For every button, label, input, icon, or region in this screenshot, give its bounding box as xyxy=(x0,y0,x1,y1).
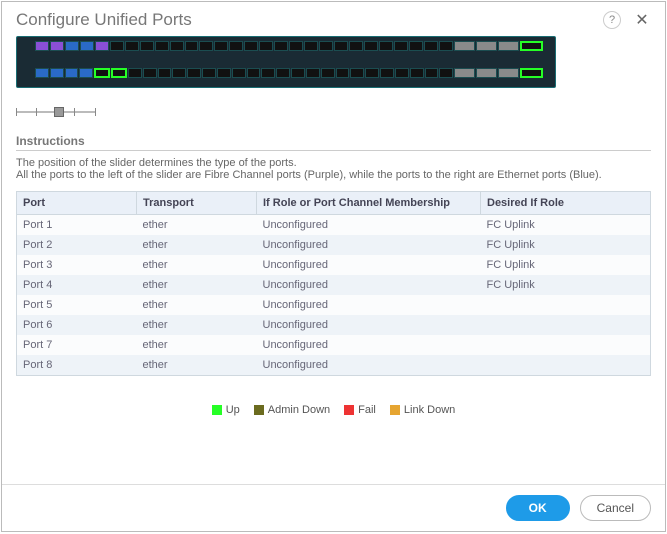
legend-admin-down: Admin Down xyxy=(254,404,330,416)
cancel-button[interactable]: Cancel xyxy=(580,495,651,521)
cell-desired: FC Uplink xyxy=(481,215,651,236)
fail-icon xyxy=(344,405,354,415)
help-button[interactable]: ? xyxy=(603,11,621,29)
switch-ports-row-top xyxy=(35,41,543,51)
cell-role: Unconfigured xyxy=(257,335,481,355)
cell-port: Port 8 xyxy=(17,355,137,376)
cell-port: Port 6 xyxy=(17,315,137,335)
cell-port: Port 4 xyxy=(17,275,137,295)
instructions-line2: All the ports to the left of the slider … xyxy=(16,169,651,181)
cell-role: Unconfigured xyxy=(257,295,481,315)
dialog-footer: OK Cancel xyxy=(2,484,665,531)
table-row[interactable]: Port 1etherUnconfiguredFC Uplink xyxy=(17,215,651,236)
ports-table: Port Transport If Role or Port Channel M… xyxy=(16,191,651,376)
cell-transport: ether xyxy=(137,295,257,315)
cell-transport: ether xyxy=(137,355,257,376)
configure-unified-ports-dialog: Configure Unified Ports ? ✕ xyxy=(1,1,666,532)
admin-down-icon xyxy=(254,405,264,415)
cell-transport: ether xyxy=(137,315,257,335)
instructions-heading: Instructions xyxy=(16,130,651,151)
cell-transport: ether xyxy=(137,275,257,295)
cell-role: Unconfigured xyxy=(257,315,481,335)
up-icon xyxy=(212,405,222,415)
cell-desired xyxy=(481,315,651,335)
cell-desired: FC Uplink xyxy=(481,275,651,295)
instructions-text: The position of the slider determines th… xyxy=(16,151,651,191)
table-header-row: Port Transport If Role or Port Channel M… xyxy=(17,192,651,215)
cell-port: Port 5 xyxy=(17,295,137,315)
switch-graphic xyxy=(16,36,556,88)
dialog-header: Configure Unified Ports ? ✕ xyxy=(2,2,665,36)
cell-transport: ether xyxy=(137,335,257,355)
cell-desired xyxy=(481,355,651,376)
cell-desired xyxy=(481,295,651,315)
help-icon: ? xyxy=(609,14,615,26)
dialog-title: Configure Unified Ports xyxy=(16,10,603,30)
cell-role: Unconfigured xyxy=(257,215,481,236)
col-port[interactable]: Port xyxy=(17,192,137,215)
table-row[interactable]: Port 8etherUnconfigured xyxy=(17,355,651,376)
cell-desired: FC Uplink xyxy=(481,255,651,275)
cell-port: Port 7 xyxy=(17,335,137,355)
close-button[interactable]: ✕ xyxy=(633,11,651,29)
col-desired[interactable]: Desired If Role xyxy=(481,192,651,215)
legend-fail: Fail xyxy=(344,404,376,416)
legend-link-down: Link Down xyxy=(390,404,455,416)
table-row[interactable]: Port 4etherUnconfiguredFC Uplink xyxy=(17,275,651,295)
table-row[interactable]: Port 6etherUnconfigured xyxy=(17,315,651,335)
cell-port: Port 1 xyxy=(17,215,137,236)
cell-role: Unconfigured xyxy=(257,235,481,255)
cell-transport: ether xyxy=(137,215,257,236)
cell-port: Port 3 xyxy=(17,255,137,275)
slider-thumb[interactable] xyxy=(54,107,64,117)
table-row[interactable]: Port 5etherUnconfigured xyxy=(17,295,651,315)
cell-port: Port 2 xyxy=(17,235,137,255)
col-role[interactable]: If Role or Port Channel Membership xyxy=(257,192,481,215)
dialog-content: Instructions The position of the slider … xyxy=(2,36,665,484)
cell-desired xyxy=(481,335,651,355)
instructions-line1: The position of the slider determines th… xyxy=(16,157,651,169)
cell-transport: ether xyxy=(137,255,257,275)
cell-role: Unconfigured xyxy=(257,255,481,275)
switch-ports-row-bottom xyxy=(35,68,543,78)
cell-transport: ether xyxy=(137,235,257,255)
cell-desired: FC Uplink xyxy=(481,235,651,255)
ok-button[interactable]: OK xyxy=(506,495,570,521)
cell-role: Unconfigured xyxy=(257,275,481,295)
status-legend: Up Admin Down Fail Link Down xyxy=(16,404,651,416)
link-down-icon xyxy=(390,405,400,415)
close-icon: ✕ xyxy=(635,10,648,30)
legend-up: Up xyxy=(212,404,240,416)
table-row[interactable]: Port 7etherUnconfigured xyxy=(17,335,651,355)
table-row[interactable]: Port 2etherUnconfiguredFC Uplink xyxy=(17,235,651,255)
port-type-slider[interactable] xyxy=(16,106,96,118)
cell-role: Unconfigured xyxy=(257,355,481,376)
col-transport[interactable]: Transport xyxy=(137,192,257,215)
table-row[interactable]: Port 3etherUnconfiguredFC Uplink xyxy=(17,255,651,275)
